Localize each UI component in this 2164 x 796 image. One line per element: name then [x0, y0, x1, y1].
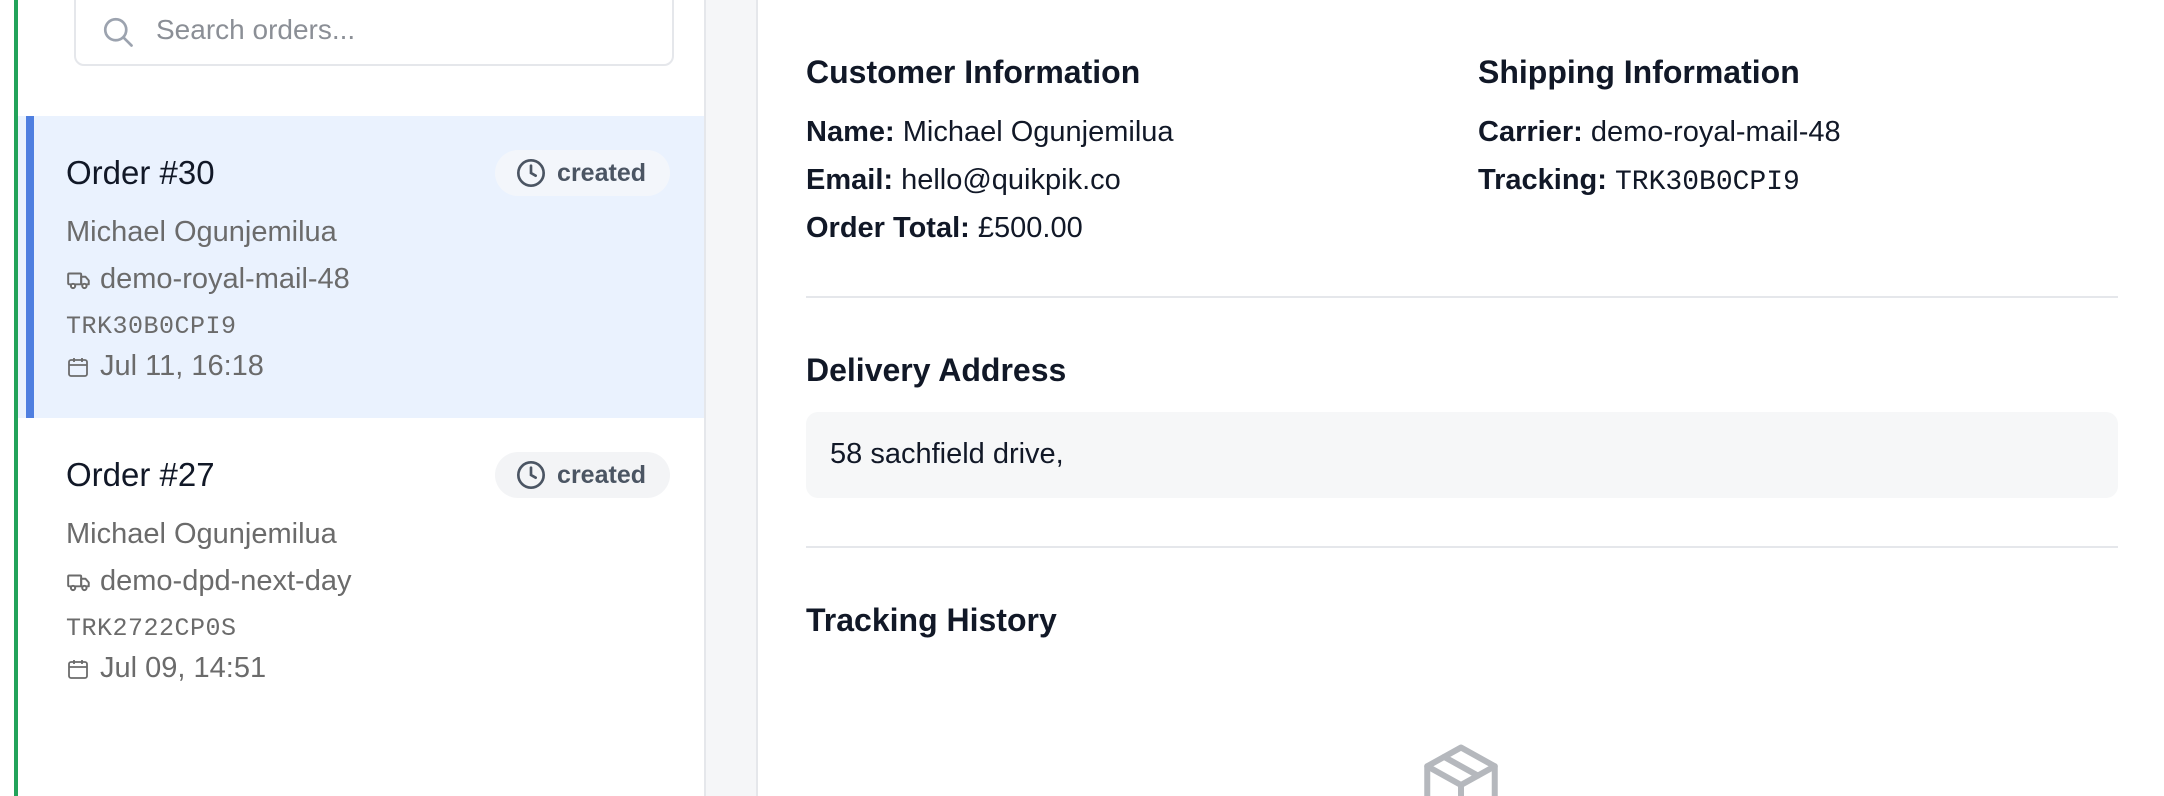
section-divider	[806, 546, 2118, 548]
tracking-number: TRK30B0CPI9	[66, 312, 237, 341]
search-input[interactable]	[156, 8, 636, 52]
selected-indicator	[26, 116, 34, 418]
search-box[interactable]	[74, 0, 674, 66]
app-window: Order #30 created Michael Ogunjemilua de…	[0, 0, 2164, 796]
tracking-number: TRK2722CP0S	[66, 614, 237, 643]
orders-sidebar: Order #30 created Michael Ogunjemilua de…	[18, 0, 706, 796]
carrier-field-label: Carrier:	[1478, 116, 1583, 148]
truck-icon	[67, 574, 90, 591]
carrier-row: demo-royal-mail-48	[66, 263, 350, 296]
date-row: Jul 09, 14:51	[66, 652, 266, 685]
order-title: Order #27	[66, 456, 215, 493]
tracking-field-label: Tracking:	[1478, 164, 1607, 196]
customer-name-field: Name: Michael Ogunjemilua	[806, 116, 1174, 149]
calendar-icon	[68, 357, 88, 377]
section-divider	[806, 296, 2118, 298]
customer-name: Michael Ogunjemilua	[66, 216, 337, 248]
date-row: Jul 11, 16:18	[66, 350, 264, 383]
customer-info-heading: Customer Information	[806, 54, 1141, 90]
customer-email-field: Email: hello@quikpik.co	[806, 164, 1121, 197]
order-total-field: Order Total: £500.00	[806, 212, 1083, 245]
delivery-address-box: 58 sachfield drive,	[806, 412, 2118, 498]
carrier-label: demo-dpd-next-day	[100, 565, 352, 597]
calendar-icon	[68, 659, 88, 679]
tracking-field: Tracking: TRK30B0CPI9	[1478, 164, 1800, 198]
status-label: created	[557, 158, 646, 187]
search-icon	[103, 17, 133, 47]
tracking-history-heading: Tracking History	[806, 602, 1057, 638]
status-badge: created	[495, 150, 670, 196]
left-gutter	[0, 0, 14, 796]
status-label: created	[557, 460, 646, 489]
delivery-address-text: 58 sachfield drive,	[830, 438, 1064, 470]
package-icon	[1424, 744, 1498, 796]
name-label: Name:	[806, 116, 895, 148]
shipping-info-heading: Shipping Information	[1478, 54, 1800, 90]
name-value: Michael Ogunjemilua	[902, 116, 1174, 148]
clock-icon	[517, 461, 546, 489]
order-list-item[interactable]: Order #30 created Michael Ogunjemilua de…	[18, 116, 704, 418]
order-details-panel: Customer Information Name: Michael Ogunj…	[756, 0, 2164, 796]
order-date: Jul 11, 16:18	[100, 350, 264, 382]
carrier-field: Carrier: demo-royal-mail-48	[1478, 116, 1841, 149]
total-label: Order Total:	[806, 212, 970, 244]
truck-icon	[67, 272, 90, 289]
panel-gap	[706, 0, 756, 796]
carrier-label: demo-royal-mail-48	[100, 263, 350, 295]
tracking-field-value: TRK30B0CPI9	[1615, 167, 1800, 198]
carrier-row: demo-dpd-next-day	[66, 565, 351, 598]
email-value: hello@quikpik.co	[901, 164, 1121, 196]
order-title: Order #30	[66, 154, 215, 191]
total-value: £500.00	[977, 212, 1083, 244]
carrier-field-value: demo-royal-mail-48	[1590, 116, 1841, 148]
status-badge: created	[495, 452, 670, 498]
order-list-item[interactable]: Order #27 created Michael Ogunjemilua de…	[18, 418, 704, 720]
order-date: Jul 09, 14:51	[100, 652, 267, 684]
delivery-address-heading: Delivery Address	[806, 352, 1067, 388]
clock-icon	[517, 159, 546, 187]
customer-name: Michael Ogunjemilua	[66, 518, 337, 550]
email-label: Email:	[806, 164, 894, 196]
